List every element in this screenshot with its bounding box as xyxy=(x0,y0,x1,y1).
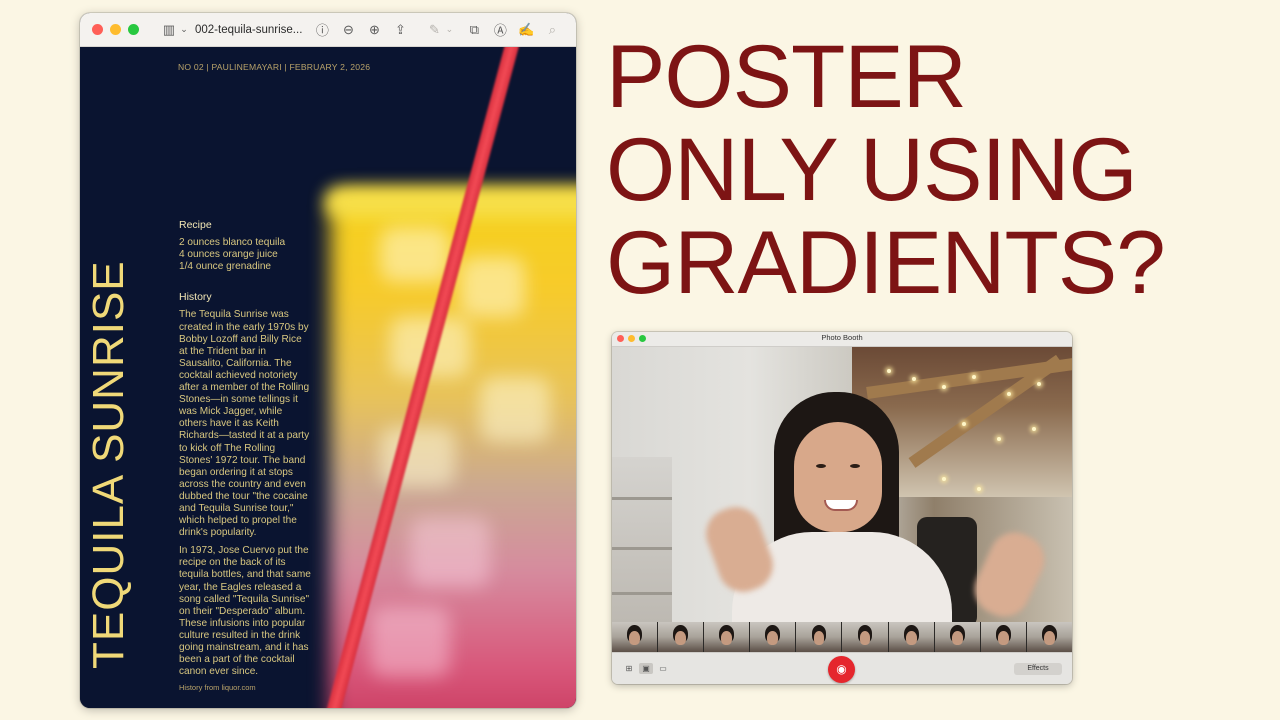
photo-thumbnail[interactable] xyxy=(934,622,980,652)
photo-booth-titlebar: Photo Booth xyxy=(612,332,1072,347)
poster-meta: NO 02 | PAULINEMAYARI | FEBRUARY 2, 2026 xyxy=(178,62,371,72)
document-title: 002-tequila-sunrise... xyxy=(195,23,303,36)
annotate-icon[interactable]: Ⓐ xyxy=(490,20,510,39)
photo-thumbnail[interactable] xyxy=(980,622,1026,652)
video-icon[interactable]: ▭ xyxy=(656,663,670,674)
recipe-heading: Recipe xyxy=(179,219,212,231)
recipe-line: 2 ounces blanco tequila xyxy=(179,237,286,249)
share-icon[interactable]: ⇪ xyxy=(390,22,410,38)
photo-booth-window: Photo Booth ⊞ ▣ ▭ ◉ Effects xyxy=(612,332,1072,684)
search-icon[interactable]: ⌕ xyxy=(542,22,562,38)
history-paragraph-2: In 1973, Jose Cuervo put the recipe on t… xyxy=(179,545,311,678)
photo-thumbnail[interactable] xyxy=(658,622,704,652)
string-light xyxy=(1007,392,1011,396)
shelf-board xyxy=(612,547,672,550)
photo-thumbnail[interactable] xyxy=(796,622,842,652)
string-light xyxy=(1032,427,1036,431)
history-heading: History xyxy=(179,291,212,304)
string-light xyxy=(912,377,916,381)
photo-thumbnail[interactable] xyxy=(612,622,658,652)
info-icon[interactable]: ⓘ xyxy=(312,20,332,39)
recipe-line: 4 ounces orange juice xyxy=(179,249,278,261)
person-eye xyxy=(850,464,860,468)
window-controls xyxy=(92,24,139,35)
ice-cube xyxy=(380,227,450,282)
poster-title: TEQUILA SUNRISE xyxy=(84,260,133,669)
photo-thumbnail[interactable] xyxy=(842,622,888,652)
poster-document: TEQUILA SUNRISE NO 02 | PAULINEMAYARI | … xyxy=(80,47,576,708)
photo-booth-controls: ⊞ ▣ ▭ ◉ Effects xyxy=(612,652,1072,684)
sidebar-icon[interactable]: ▥ xyxy=(159,22,179,38)
zoom-in-icon[interactable]: ⊕ xyxy=(364,22,384,38)
string-light xyxy=(942,477,946,481)
grid-icon[interactable]: ⊞ xyxy=(622,663,636,674)
person-eye xyxy=(816,464,826,468)
string-light xyxy=(972,375,976,379)
chevron-down-icon[interactable]: ⌄ xyxy=(444,24,454,35)
recipe-line: 1/4 ounce grenadine xyxy=(179,261,272,273)
view-mode-buttons: ⊞ ▣ ▭ xyxy=(622,663,670,674)
minimize-button[interactable] xyxy=(110,24,121,35)
headline-line-3: GRADIENTS? xyxy=(606,212,1166,312)
headline: POSTER ONLY USING GRADIENTS? xyxy=(606,30,1276,309)
glass-rim xyxy=(325,187,576,217)
shelf xyxy=(612,457,672,622)
ice-cube xyxy=(370,607,450,677)
person-face xyxy=(794,422,882,532)
photo-thumbnail[interactable] xyxy=(750,622,796,652)
photo-icon[interactable]: ▣ xyxy=(639,663,653,674)
effects-button[interactable]: Effects xyxy=(1014,663,1062,675)
person-hand-right xyxy=(966,524,1053,622)
close-button[interactable] xyxy=(92,24,103,35)
shelf-board xyxy=(612,592,672,595)
string-light xyxy=(997,437,1001,441)
history-credit: History from liquor.com xyxy=(179,683,256,692)
photo-thumbnail[interactable] xyxy=(888,622,934,652)
ice-cube xyxy=(480,377,550,442)
preview-toolbar: ▥ ⌄ 002-tequila-sunrise... ⓘ ⊖ ⊕ ⇪ ✎ ⌄ ⧉… xyxy=(80,13,576,47)
zoom-button[interactable] xyxy=(128,24,139,35)
camera-preview xyxy=(612,347,1072,622)
photo-booth-title: Photo Booth xyxy=(821,333,863,342)
zoom-out-icon[interactable]: ⊖ xyxy=(338,22,358,38)
headline-line-2: ONLY USING xyxy=(606,119,1138,219)
string-light xyxy=(887,369,891,373)
photo-thumbnail[interactable] xyxy=(704,622,750,652)
ice-cube xyxy=(410,517,490,587)
string-light xyxy=(977,487,981,491)
photo-thumbnail[interactable] xyxy=(1026,622,1072,652)
photo-filmstrip xyxy=(612,622,1072,652)
headline-line-1: POSTER xyxy=(606,26,967,126)
camera-icon[interactable]: ◉ xyxy=(828,656,855,683)
shelf-board xyxy=(612,497,672,500)
recipe-list: 2 ounces blanco tequila 4 ounces orange … xyxy=(179,237,311,273)
ice-cube xyxy=(460,257,525,317)
markup-icon[interactable]: ✎ xyxy=(424,22,444,38)
string-light xyxy=(1037,382,1041,386)
signature-icon[interactable]: ✍ xyxy=(516,22,536,38)
poster-text-column: Recipe 2 ounces blanco tequila 4 ounces … xyxy=(179,219,311,684)
rotate-icon[interactable]: ⧉ xyxy=(464,22,484,38)
chevron-down-icon[interactable]: ⌄ xyxy=(179,24,189,35)
history-paragraph-1: The Tequila Sunrise was created in the e… xyxy=(179,309,310,539)
preview-window: ▥ ⌄ 002-tequila-sunrise... ⓘ ⊖ ⊕ ⇪ ✎ ⌄ ⧉… xyxy=(80,13,576,708)
string-light xyxy=(942,385,946,389)
string-light xyxy=(962,422,966,426)
